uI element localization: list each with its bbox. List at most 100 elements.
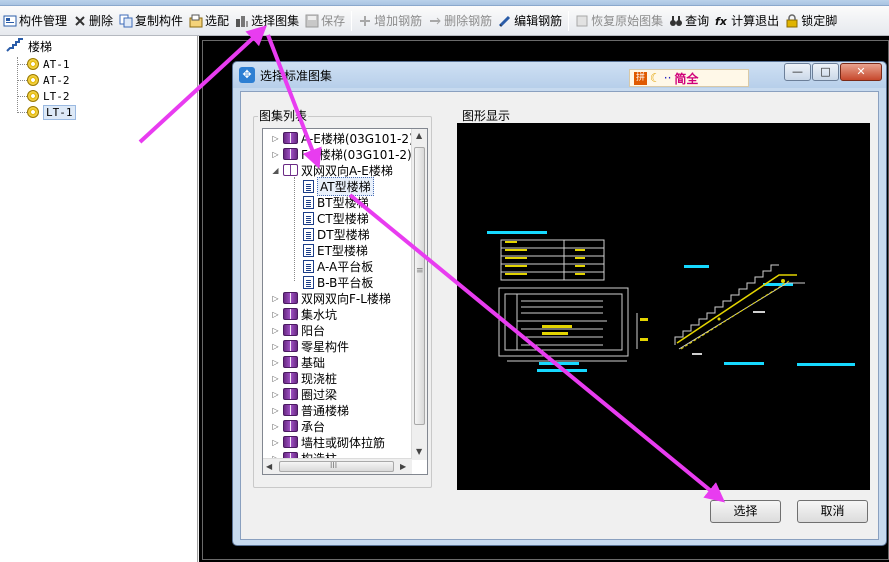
tree-item-lt-1[interactable]: LT-1 — [27, 104, 76, 120]
scroll-up-arrow[interactable]: ▲ — [416, 131, 422, 140]
svg-text:fx: fx — [715, 15, 728, 28]
expand-arrow-icon[interactable]: ▷ — [271, 342, 280, 351]
atlas-tree-label: 零星构件 — [301, 339, 350, 354]
edit-rebar-button[interactable]: 编辑钢筋 — [495, 9, 565, 33]
edit-rebar-label: 编辑钢筋 — [514, 14, 563, 28]
book-icon — [283, 340, 298, 352]
book-icon — [283, 324, 298, 336]
component-manage-label: 构件管理 — [19, 14, 68, 28]
tree-guide-line — [17, 57, 18, 113]
book-icon — [283, 132, 298, 144]
copy-component-button[interactable]: 复制构件 — [116, 9, 186, 33]
atlas-tree-label: ET型楼梯 — [317, 243, 368, 258]
tree-item-lt-2[interactable]: LT-2 — [27, 88, 70, 104]
expand-arrow-icon[interactable]: ▷ — [271, 294, 280, 303]
cancel-button[interactable]: 取消 — [797, 500, 868, 523]
atlas-tree-folder[interactable]: ▷ 集水坑 — [271, 306, 337, 322]
atlas-tree-label: F-L楼梯(03G101-2) — [301, 147, 412, 162]
component-manage-icon — [3, 14, 17, 28]
document-icon — [303, 179, 314, 193]
atlas-tree-folder[interactable]: ▷ 双网双向F-L楼梯 — [271, 290, 391, 306]
atlas-tree-leaf[interactable]: DT型楼梯 — [303, 226, 370, 242]
atlas-tree-leaf[interactable]: BT型楼梯 — [303, 194, 369, 210]
expand-arrow-icon[interactable]: ▷ — [271, 134, 280, 143]
minimize-button[interactable]: — — [784, 63, 811, 81]
tree-guide-line — [294, 177, 295, 281]
hscroll-thumb[interactable]: III — [279, 461, 394, 472]
expand-arrow-icon[interactable]: ▷ — [271, 422, 280, 431]
close-button[interactable]: ✕ — [840, 63, 882, 81]
book-icon — [283, 372, 298, 384]
query-button[interactable]: 查询 — [666, 9, 712, 33]
copy-component-label: 复制构件 — [135, 14, 184, 28]
tree-item-label: AT-1 — [43, 57, 70, 71]
scroll-left-arrow[interactable]: ◀ — [266, 462, 272, 471]
book-icon — [283, 292, 298, 304]
document-icon — [303, 227, 314, 241]
delete-rebar-button[interactable]: 删除钢筋 — [425, 9, 495, 33]
atlas-tree-label: CT型楼梯 — [317, 211, 369, 226]
calc-exit-button[interactable]: fx 计算退出 — [712, 9, 782, 33]
expand-arrow-icon[interactable]: ▷ — [271, 438, 280, 447]
atlas-tree-folder[interactable]: ▷ 承台 — [271, 418, 325, 434]
atlas-tree-leaf[interactable]: AT型楼梯 — [303, 176, 374, 196]
atlas-tree-label: 墙柱或砌体拉筋 — [301, 435, 386, 450]
main-toolbar: 构件管理 删除 复制构件 选配 选择图集 保存 增加钢筋 删除钢筋 编辑钢筋 恢… — [0, 6, 889, 36]
add-rebar-button[interactable]: 增加钢筋 — [355, 9, 425, 33]
restore-atlas-button[interactable]: 恢复原始图集 — [572, 9, 666, 33]
expand-arrow-icon[interactable]: ▷ — [271, 310, 280, 319]
document-icon — [303, 259, 314, 273]
atlas-tree-folder[interactable]: ▷ 墙柱或砌体拉筋 — [271, 434, 385, 450]
atlas-tree-folder[interactable]: ▷ 圈过梁 — [271, 386, 337, 402]
dialog-title-bar[interactable]: ✥ 选择标准图集 拼 ☾ ·· 简全 — □ ✕ — [233, 62, 886, 88]
dialog-title: 选择标准图集 — [260, 69, 333, 83]
tree-guide-line — [17, 80, 27, 81]
expand-arrow-icon[interactable]: ▷ — [271, 390, 280, 399]
stairs-icon — [6, 38, 24, 54]
expand-arrow-icon[interactable]: ▷ — [271, 374, 280, 383]
dialog-app-icon: ✥ — [239, 67, 255, 83]
book-icon — [283, 404, 298, 416]
atlas-tree-folder[interactable]: ▷ A-E楼梯(03G101-2) — [271, 130, 413, 146]
expand-arrow-icon[interactable]: ▷ — [271, 150, 280, 159]
lock-foot-button[interactable]: 锁定脚 — [782, 9, 840, 33]
select-match-label: 选配 — [205, 14, 230, 28]
scroll-right-arrow[interactable]: ▶ — [400, 462, 406, 471]
atlas-tree-leaf[interactable]: ET型楼梯 — [303, 242, 368, 258]
ime-toolbar[interactable]: 拼 ☾ ·· 简全 — [629, 69, 749, 87]
atlas-tree-label: 普通楼梯 — [301, 403, 350, 418]
select-match-button[interactable]: 选配 — [186, 9, 232, 33]
maximize-button[interactable]: □ — [812, 63, 839, 81]
expand-arrow-icon[interactable]: ▷ — [271, 358, 280, 367]
atlas-tree-folder[interactable]: ▷ 零星构件 — [271, 338, 349, 354]
atlas-tree-list[interactable]: ▷ A-E楼梯(03G101-2) ▷ F-L楼梯(03G101-2) ◢ 双网双向A-E… — [262, 128, 428, 475]
select-match-icon — [189, 14, 203, 28]
atlas-tree-folder[interactable]: ▷ 阳台 — [271, 322, 325, 338]
ok-select-button[interactable]: 选择 — [710, 500, 781, 523]
atlas-tree-leaf[interactable]: B-B平台板 — [303, 274, 373, 290]
horizontal-scrollbar[interactable]: ◀ III ▶ — [263, 458, 412, 474]
preview-group-label: 图形显示 — [461, 107, 512, 124]
atlas-tree-folder[interactable]: ▷ 基础 — [271, 354, 325, 370]
collapse-arrow-icon[interactable]: ◢ — [271, 166, 280, 175]
punctuation-icon: ·· — [663, 71, 672, 85]
vertical-scrollbar[interactable]: ▲ ≡ ▼ — [411, 129, 427, 460]
atlas-tree-folder[interactable]: ▷ 现浇桩 — [271, 370, 337, 386]
scroll-thumb[interactable]: ≡ — [414, 147, 425, 425]
atlas-tree-folder[interactable]: ▷ F-L楼梯(03G101-2) — [271, 146, 412, 162]
expand-arrow-icon[interactable]: ▷ — [271, 406, 280, 415]
expand-arrow-icon[interactable]: ▷ — [271, 326, 280, 335]
add-rebar-label: 增加钢筋 — [374, 14, 423, 28]
atlas-tree-leaf[interactable]: CT型楼梯 — [303, 210, 369, 226]
lock-icon — [785, 13, 799, 28]
tree-item-at-1[interactable]: AT-1 — [27, 56, 70, 72]
atlas-tree-leaf[interactable]: A-A平台板 — [303, 258, 373, 274]
tree-item-at-2[interactable]: AT-2 — [27, 72, 70, 88]
component-manage-button[interactable]: 构件管理 — [0, 9, 70, 33]
save-button[interactable]: 保存 — [302, 9, 348, 33]
select-atlas-button[interactable]: 选择图集 — [232, 9, 302, 33]
scroll-down-arrow[interactable]: ▼ — [416, 447, 422, 456]
calc-exit-label: 计算退出 — [731, 14, 780, 28]
delete-button[interactable]: 删除 — [70, 9, 116, 33]
atlas-tree-folder[interactable]: ▷ 普通楼梯 — [271, 402, 349, 418]
